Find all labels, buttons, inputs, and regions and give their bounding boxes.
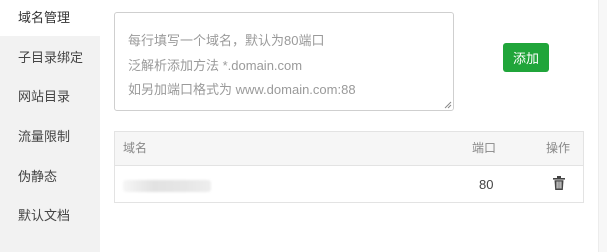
table-header: 域名 端口 操作 bbox=[115, 132, 583, 166]
column-header-action: 操作 bbox=[546, 141, 571, 155]
sidebar-item-subdirectory-binding[interactable]: 子目录绑定 bbox=[0, 40, 100, 76]
placeholder-line-1: 每行填写一个域名，默认为80端口 bbox=[128, 33, 325, 48]
table-row: 80 bbox=[115, 166, 583, 202]
sidebar-item-site-directory[interactable]: 网站目录 bbox=[0, 79, 100, 115]
sidebar: 域名管理 子目录绑定 网站目录 流量限制 伪静态 默认文档 bbox=[0, 0, 100, 252]
domain-input[interactable]: 每行填写一个域名，默认为80端口 泛解析添加方法 *.domain.com 如另… bbox=[114, 12, 454, 111]
placeholder-line-2: 泛解析添加方法 *.domain.com bbox=[128, 58, 303, 73]
scroll-edge bbox=[598, 0, 607, 252]
sidebar-item-default-document[interactable]: 默认文档 bbox=[0, 198, 100, 234]
resize-handle-icon[interactable] bbox=[444, 101, 452, 109]
port-cell: 80 bbox=[479, 177, 494, 192]
trash-icon[interactable] bbox=[553, 176, 565, 190]
column-header-port: 端口 bbox=[472, 141, 497, 155]
column-header-domain: 域名 bbox=[123, 141, 148, 155]
domain-table: 域名 端口 操作 80 bbox=[114, 131, 584, 203]
sidebar-item-traffic-limit[interactable]: 流量限制 bbox=[0, 119, 100, 155]
sidebar-item-domain-management[interactable]: 域名管理 bbox=[0, 0, 100, 36]
domain-cell bbox=[123, 180, 211, 192]
placeholder-line-3: 如另加端口格式为 www.domain.com:88 bbox=[128, 82, 356, 97]
add-button[interactable]: 添加 bbox=[503, 43, 549, 72]
sidebar-item-pseudo-static[interactable]: 伪静态 bbox=[0, 159, 100, 195]
